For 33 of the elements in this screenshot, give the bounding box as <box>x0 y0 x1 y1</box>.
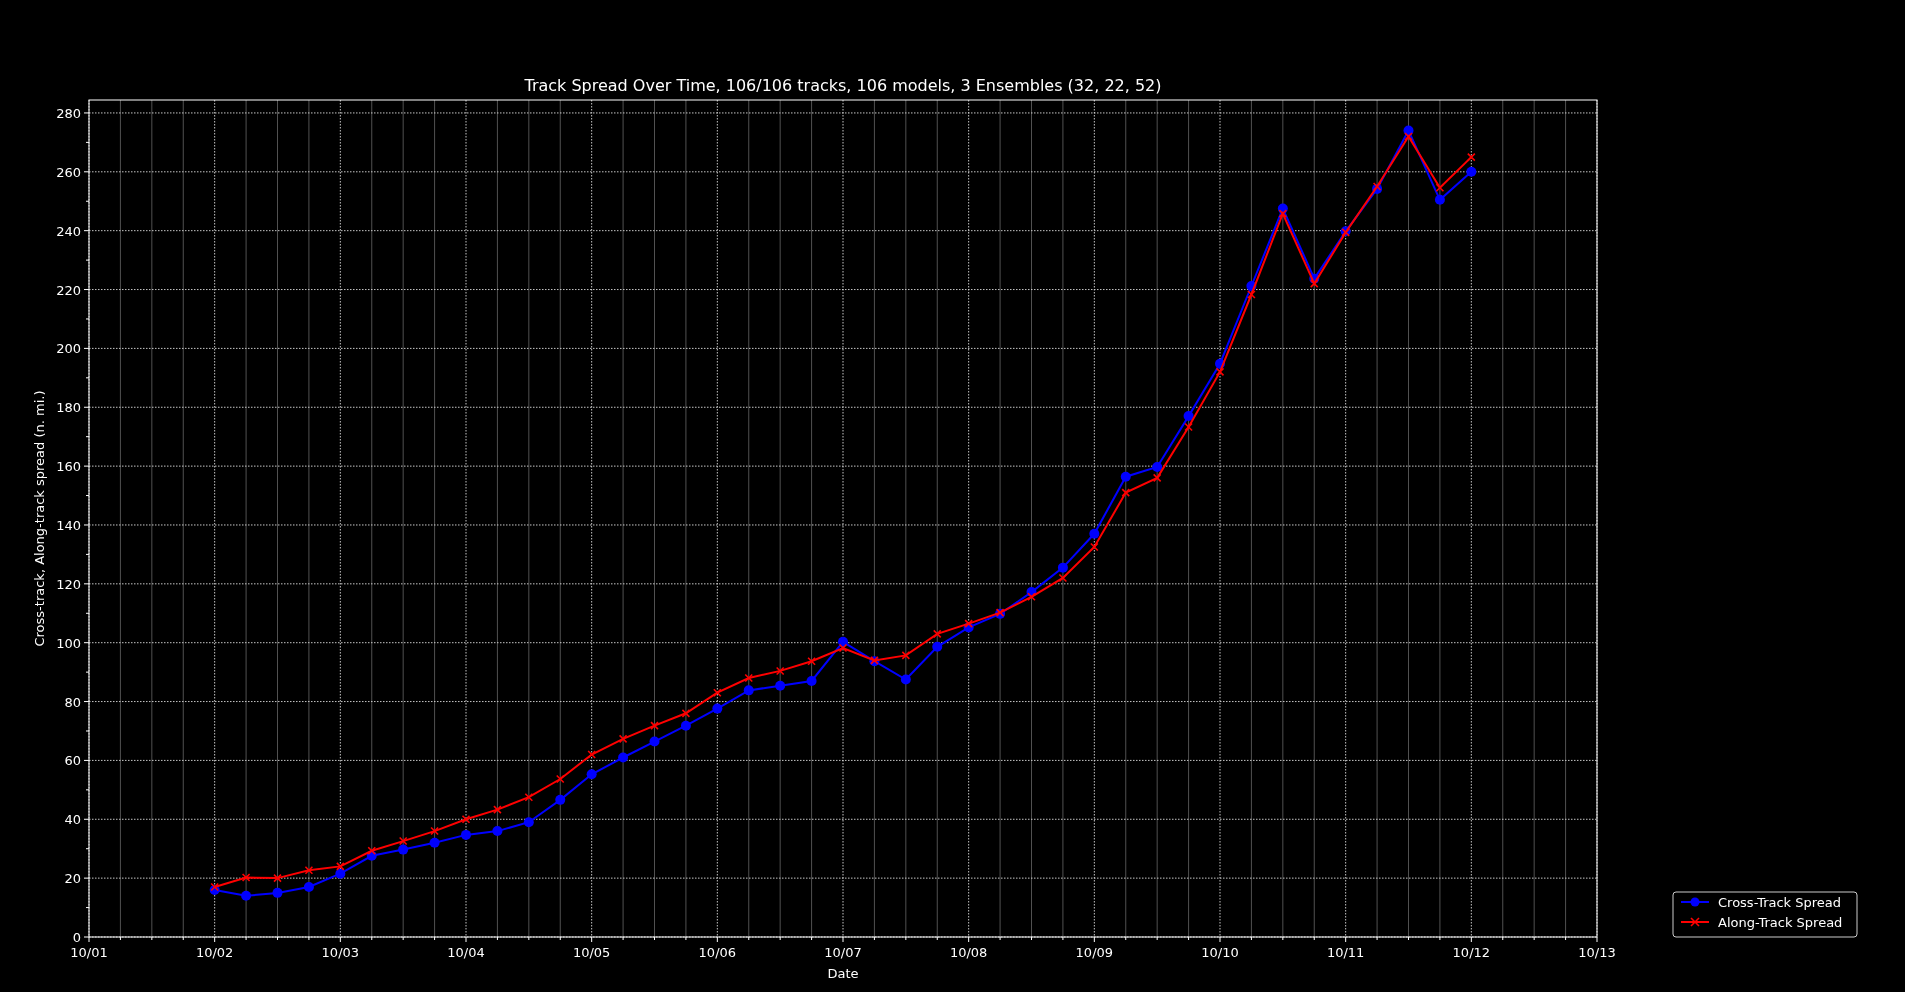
chart-title: Track Spread Over Time, 106/106 tracks, 106 models, 3 Ensembles (32, 22, 52) <box>524 76 1162 95</box>
tick-label: 200 <box>56 341 81 357</box>
tick-label: 0 <box>72 930 81 945</box>
tick-label: 100 <box>56 635 81 651</box>
tick-label: 260 <box>56 164 81 180</box>
x-axis-label: Date <box>827 966 859 981</box>
legend-label: Cross-Track Spread <box>1718 895 1842 910</box>
tick-label: 10/08 <box>949 945 988 960</box>
tick-label: 280 <box>56 105 81 121</box>
tick-label: 20 <box>64 871 81 887</box>
tick-label: 10/10 <box>1201 945 1239 960</box>
y-axis-label: Cross-track, Along-track spread (n. mi.) <box>32 390 47 647</box>
tick-label: 10/07 <box>824 945 862 960</box>
tick-label: 120 <box>56 576 81 592</box>
tick-label: 240 <box>56 223 81 239</box>
tick-label: 10/09 <box>1075 945 1114 960</box>
tick-label: 10/13 <box>1578 945 1616 960</box>
tick-label: 10/06 <box>698 945 737 960</box>
tick-label: 60 <box>64 753 81 769</box>
tick-label: 10/02 <box>195 945 234 960</box>
tick-label: 220 <box>56 282 81 298</box>
tick-label: 10/05 <box>572 945 611 960</box>
tick-label: 80 <box>64 694 81 710</box>
tick-label: 10/03 <box>321 945 360 960</box>
tick-label: 10/12 <box>1452 945 1491 960</box>
tick-label: 180 <box>56 400 81 416</box>
tick-label: 10/01 <box>70 945 108 960</box>
tick-label: 40 <box>64 812 81 828</box>
tick-label: 10/11 <box>1326 945 1365 960</box>
tick-label: 10/04 <box>447 945 485 960</box>
tick-label: 160 <box>56 459 81 475</box>
legend-label: Along-Track Spread <box>1718 915 1843 930</box>
tick-label: 140 <box>56 517 81 533</box>
